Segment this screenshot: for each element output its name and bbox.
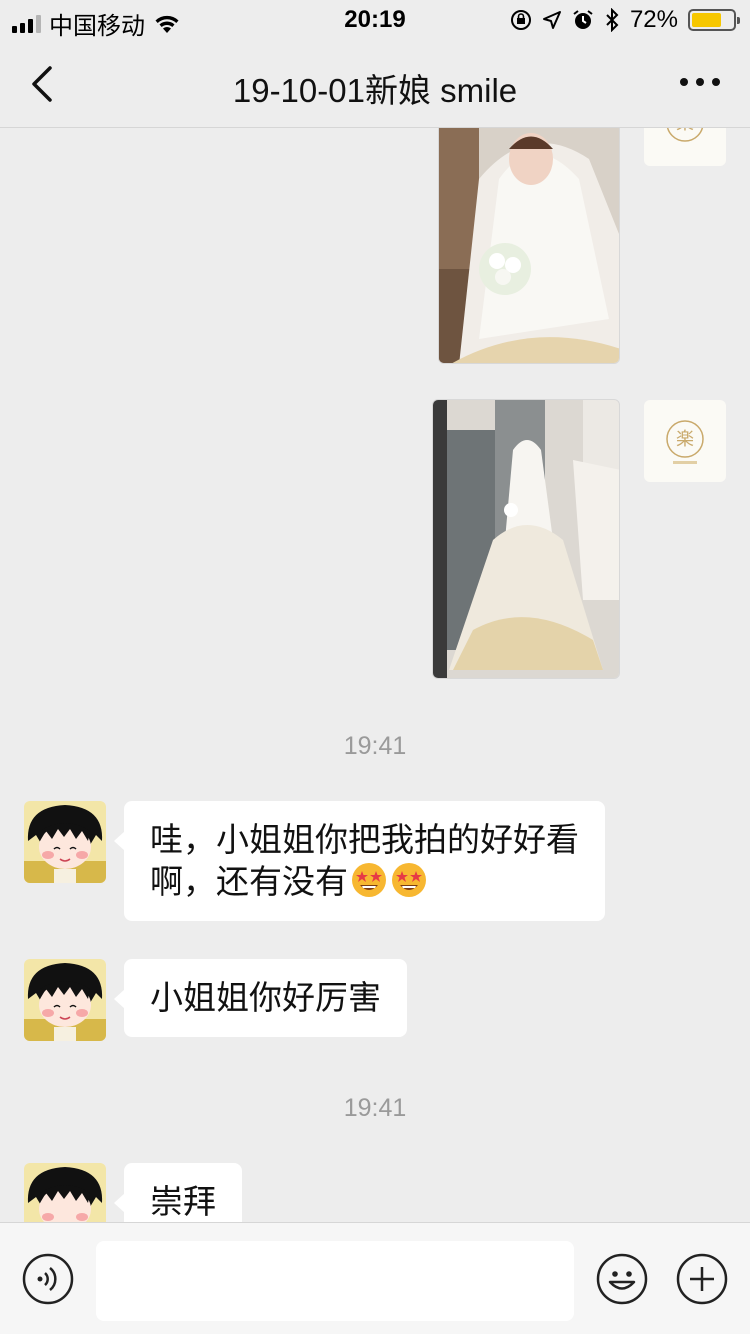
cartoon-girl-avatar-image [24, 959, 106, 1041]
bluetooth-icon [606, 8, 619, 32]
cartoon-girl-avatar-image [24, 1163, 106, 1222]
status-left: 中国移动 [12, 6, 181, 41]
nav-bar: 19-10-01新娘 smile [0, 40, 750, 128]
contact-avatar[interactable] [24, 1163, 106, 1222]
chat-area[interactable]: 楽 楽 19:41 [0, 128, 750, 1222]
contact-avatar[interactable] [24, 959, 106, 1041]
message-timestamp: 19:41 [343, 1094, 407, 1122]
battery-percent: 72% [629, 6, 678, 33]
sent-photo[interactable] [438, 128, 620, 364]
my-avatar[interactable]: 楽 [644, 128, 726, 166]
my-avatar[interactable]: 楽 [644, 400, 726, 482]
message-text: 小姐姐你好厉害 [150, 979, 381, 1016]
alarm-icon [573, 10, 593, 29]
plus-icon[interactable] [676, 1253, 728, 1305]
status-right: 72% [510, 6, 740, 34]
emoji-icon[interactable] [596, 1253, 648, 1305]
message-timestamp: 19:41 [343, 732, 407, 760]
voice-icon[interactable] [22, 1253, 74, 1305]
contact-avatar[interactable] [24, 801, 106, 883]
svg-text:楽: 楽 [676, 128, 694, 134]
carrier-label: 中国移动 [49, 13, 145, 40]
studio-logo-icon: 楽 [666, 128, 704, 142]
star-struck-emoji-icon [392, 863, 426, 897]
message-text-line: 哇，小姐姐你把我拍的好好看 [150, 821, 579, 858]
bride-photo-image [433, 400, 619, 678]
more-icon[interactable] [680, 78, 720, 86]
signal-icon [12, 14, 41, 33]
bride-photo-image [439, 128, 619, 363]
status-bar: 中国移动 20:19 72% [0, 0, 750, 40]
message-text: 崇拜 [150, 1183, 216, 1220]
cartoon-girl-avatar-image [24, 801, 106, 883]
message-input[interactable] [96, 1241, 574, 1321]
star-struck-emoji-icon [352, 863, 386, 897]
studio-logo-icon: 楽 [666, 420, 704, 464]
svg-text:楽: 楽 [676, 429, 694, 450]
orientation-lock-icon [510, 10, 531, 30]
battery-icon [688, 9, 740, 31]
input-bar [0, 1222, 750, 1334]
message-text: 啊，还有没有 [150, 863, 348, 900]
battery-fill [692, 13, 721, 27]
chat-title: 19-10-01新娘 smile [232, 72, 518, 109]
sent-photo[interactable] [432, 399, 620, 679]
received-message-bubble[interactable]: 哇，小姐姐你把我拍的好好看 啊，还有没有 [114, 801, 605, 921]
received-message-bubble[interactable]: 小姐姐你好厉害 [114, 959, 407, 1037]
location-icon [542, 11, 561, 29]
wifi-icon [155, 15, 179, 33]
received-message-bubble[interactable]: 崇拜 [114, 1163, 242, 1222]
message-text-line: 啊，还有没有 [150, 861, 579, 903]
